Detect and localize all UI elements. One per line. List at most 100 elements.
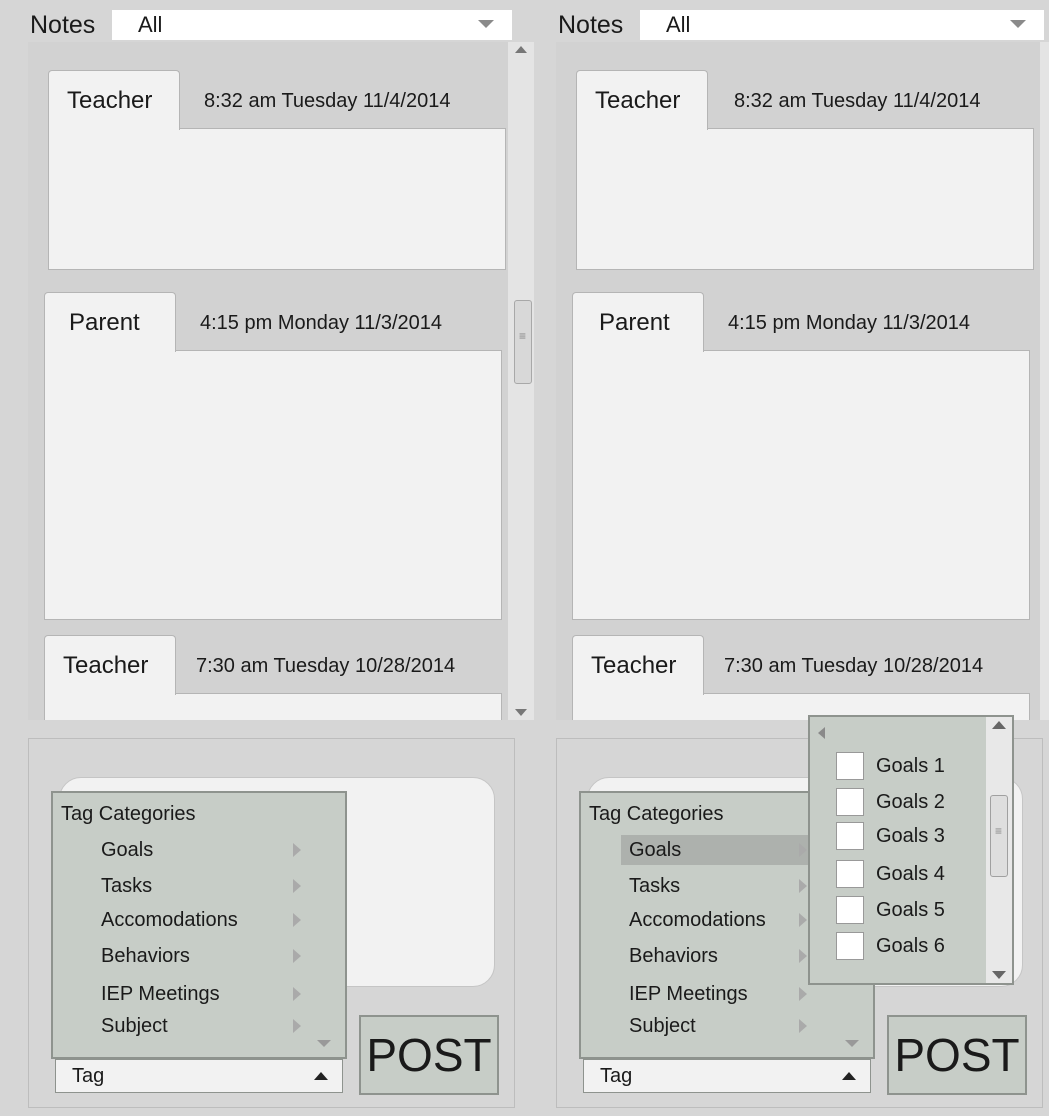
tag-category-subject[interactable]: Subject (621, 1011, 813, 1041)
tag-category-accomodations[interactable]: Accomodations (621, 905, 813, 935)
tag-dropdown[interactable]: Tag (583, 1059, 871, 1093)
chevron-right-icon (799, 913, 807, 927)
chevron-right-icon (293, 879, 301, 893)
tag-categories-menu[interactable]: Tag Categories Goals Tasks Accomodations… (51, 791, 347, 1059)
tag-dropdown-value: Tag (72, 1064, 105, 1087)
tag-category-behaviors[interactable]: Behaviors (621, 941, 813, 971)
goal-checkbox[interactable] (836, 932, 864, 960)
tag-category-behaviors[interactable]: Behaviors (93, 941, 301, 971)
goal-checkbox[interactable] (836, 822, 864, 850)
goal-checkbox[interactable] (836, 788, 864, 816)
chevron-right-icon (293, 949, 301, 963)
menu-item-label: Behaviors (101, 944, 190, 967)
scroll-up-icon[interactable] (515, 46, 527, 53)
goals-scrollbar[interactable] (986, 717, 1012, 983)
scroll-down-icon[interactable] (515, 709, 527, 716)
chevron-right-icon (293, 1019, 301, 1033)
menu-item-label: Behaviors (629, 944, 718, 967)
notes-filter-dropdown[interactable]: All (640, 10, 1044, 40)
menu-item-label: Tasks (629, 874, 681, 897)
note-author: Teacher (67, 86, 153, 114)
chevron-down-icon[interactable] (1010, 20, 1026, 28)
notes-filter-dropdown[interactable]: All (112, 10, 512, 40)
note-body (48, 128, 506, 270)
goal-checkbox[interactable] (836, 752, 864, 780)
goal-option[interactable]: Goals 6 (836, 931, 986, 961)
post-button[interactable]: POST (887, 1015, 1027, 1095)
notes-label: Notes (30, 10, 96, 39)
chevron-right-icon (293, 987, 301, 1001)
note-author: Parent (69, 308, 140, 336)
tag-category-goals[interactable]: Goals (93, 835, 301, 865)
note-body (44, 350, 502, 620)
goal-option[interactable]: Goals 2 (836, 787, 986, 817)
note-timestamp: 7:30 am Tuesday 10/28/2014 (196, 655, 456, 677)
notes-scrollbar[interactable] (1040, 42, 1049, 720)
note-author: Teacher (595, 86, 681, 114)
goal-label: Goals 1 (876, 754, 945, 777)
tag-category-subject[interactable]: Subject (93, 1011, 301, 1041)
note-timestamp: 4:15 pm Monday 11/3/2014 (200, 312, 443, 334)
tag-category-tasks[interactable]: Tasks (621, 871, 813, 901)
chevron-up-icon[interactable] (842, 1072, 856, 1080)
tag-category-goals[interactable]: Goals (621, 835, 813, 865)
note-author-tab[interactable]: Parent (572, 292, 704, 352)
tag-dropdown[interactable]: Tag (55, 1059, 343, 1093)
notes-filter-value: All (666, 12, 691, 37)
goal-label: Goals 2 (876, 790, 945, 813)
goal-label: Goals 5 (876, 898, 945, 921)
note-author: Teacher (63, 651, 149, 679)
note-author-tab[interactable]: Parent (44, 292, 176, 352)
goal-option[interactable]: Goals 5 (836, 895, 986, 925)
menu-item-label: Goals (101, 838, 154, 861)
tag-category-tasks[interactable]: Tasks (93, 871, 301, 901)
note-timestamp: 7:30 am Tuesday 10/28/2014 (724, 655, 984, 677)
notes-filter-value: All (138, 12, 163, 37)
note-body (44, 693, 502, 720)
tag-categories-heading: Tag Categories (589, 803, 724, 825)
notes-feed[interactable]: Teacher 8:32 am Tuesday 11/4/2014 Parent… (556, 42, 1042, 720)
notes-panel-left: Notes All Teacher 8:32 am Tuesday 11/4/2… (0, 0, 534, 1116)
note-author-tab[interactable]: Teacher (576, 70, 708, 130)
tag-category-accomodations[interactable]: Accomodations (93, 905, 301, 935)
menu-item-label: Goals (629, 838, 682, 861)
scrollbar-thumb[interactable] (990, 795, 1008, 877)
goals-submenu[interactable]: Goals 1 Goals 2 Goals 3 Goals 4 Goals 5 … (808, 715, 1014, 985)
menu-item-label: Accomodations (629, 908, 766, 931)
goal-checkbox[interactable] (836, 896, 864, 924)
goal-option[interactable]: Goals 4 (836, 859, 986, 889)
menu-item-label: Tasks (101, 874, 153, 897)
notes-label: Notes (558, 10, 624, 39)
chevron-right-icon (799, 1019, 807, 1033)
chevron-up-icon[interactable] (314, 1072, 328, 1080)
post-button[interactable]: POST (359, 1015, 499, 1095)
menu-item-label: Subject (101, 1014, 168, 1037)
goal-option[interactable]: Goals 1 (836, 751, 986, 781)
note-timestamp: 8:32 am Tuesday 11/4/2014 (204, 90, 451, 112)
tag-categories-heading: Tag Categories (61, 803, 196, 825)
chevron-down-icon[interactable] (317, 1040, 331, 1047)
goal-label: Goals 3 (876, 824, 945, 847)
compose-area: Tag Categories Goals Tasks Accomodations… (28, 738, 515, 1108)
goal-checkbox[interactable] (836, 860, 864, 888)
chevron-down-icon[interactable] (478, 20, 494, 28)
notes-header: Notes All (30, 8, 512, 42)
chevron-right-icon (799, 987, 807, 1001)
goal-option[interactable]: Goals 3 (836, 821, 986, 851)
chevron-right-icon (293, 913, 301, 927)
chevron-left-icon[interactable] (818, 727, 825, 739)
scroll-down-icon[interactable] (992, 971, 1006, 979)
note-author: Teacher (591, 651, 677, 679)
note-author-tab[interactable]: Teacher (44, 635, 176, 695)
tag-category-iep-meetings[interactable]: IEP Meetings (621, 979, 813, 1009)
note-timestamp: 4:15 pm Monday 11/3/2014 (728, 312, 971, 334)
note-author-tab[interactable]: Teacher (572, 635, 704, 695)
notes-feed[interactable]: Teacher 8:32 am Tuesday 11/4/2014 Parent… (28, 42, 508, 720)
menu-item-label: IEP Meetings (629, 982, 748, 1005)
tag-category-iep-meetings[interactable]: IEP Meetings (93, 979, 301, 1009)
scroll-up-icon[interactable] (992, 721, 1006, 729)
chevron-right-icon (799, 879, 807, 893)
chevron-down-icon[interactable] (845, 1040, 859, 1047)
note-author-tab[interactable]: Teacher (48, 70, 180, 130)
menu-item-label: IEP Meetings (101, 982, 220, 1005)
